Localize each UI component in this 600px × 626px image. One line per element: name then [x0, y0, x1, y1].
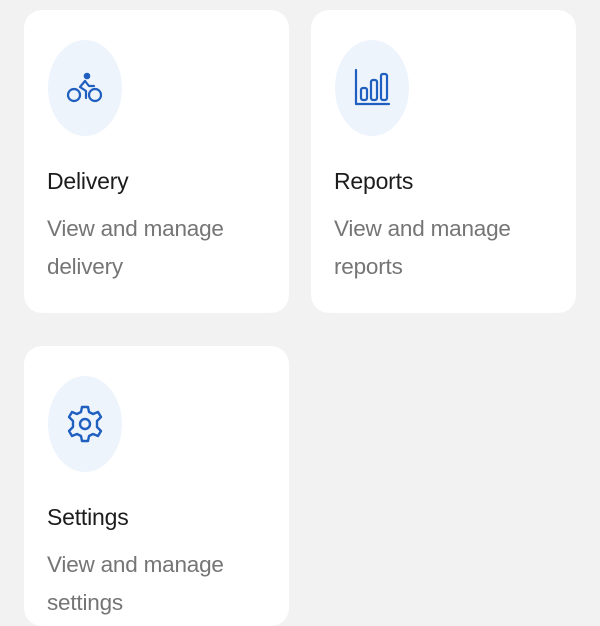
card-title: Delivery: [47, 168, 129, 194]
card-description: View and manage delivery: [47, 216, 224, 279]
gear-icon: [67, 405, 103, 443]
card-description: View and manage reports: [334, 216, 511, 279]
bar-chart-icon: [354, 68, 391, 106]
settings-icon-circle: [48, 376, 122, 472]
delivery-icon-circle: [48, 40, 122, 136]
bicycle-icon: [66, 72, 103, 103]
card-title: Reports: [334, 168, 414, 194]
delivery-card[interactable]: Delivery View and manage delivery: [24, 10, 289, 313]
card-description: View and manage settings: [47, 552, 224, 615]
settings-card[interactable]: Settings View and manage settings: [24, 346, 289, 626]
reports-icon-circle: [335, 40, 409, 136]
reports-card[interactable]: Reports View and manage reports: [311, 10, 576, 313]
card-title: Settings: [47, 504, 129, 530]
